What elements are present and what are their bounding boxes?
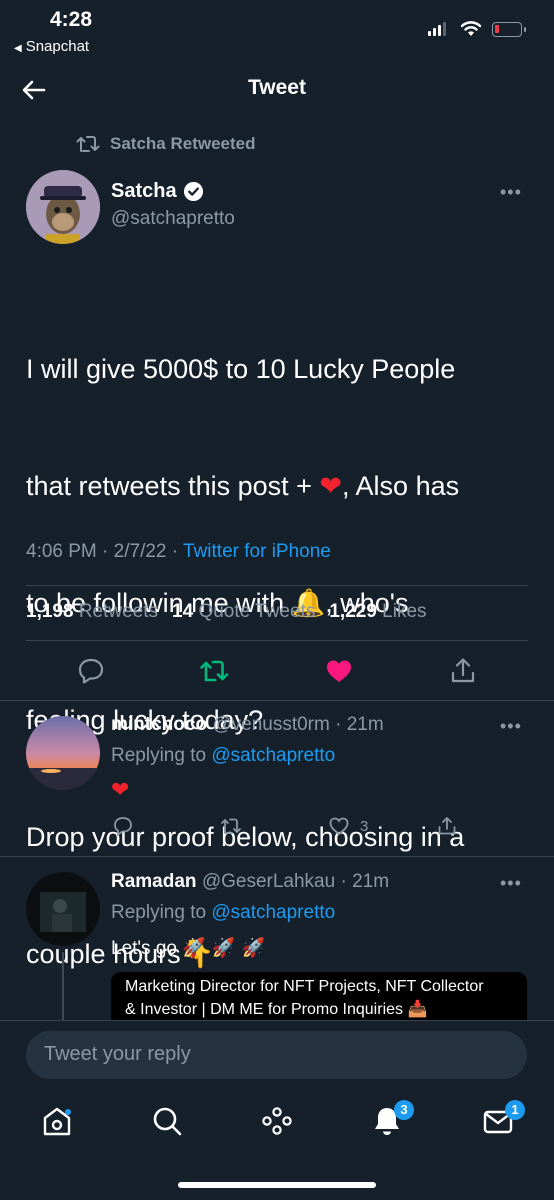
thread-line xyxy=(62,952,64,1022)
reply-text: Let's go 🚀 🚀 🚀 xyxy=(111,937,266,959)
author-name-text: Satcha xyxy=(111,180,177,202)
reply-header[interactable]: mintchoco @venusst0rm · 21m xyxy=(111,714,384,736)
reply-author-name: Ramadan xyxy=(111,871,197,892)
retweeted-by-row[interactable]: Satcha Retweeted xyxy=(76,134,256,154)
messages-badge: 1 xyxy=(505,1100,525,1120)
tweet-source-link[interactable]: Twitter for iPhone xyxy=(183,541,331,562)
reply-composer-bar: Tweet your reply xyxy=(0,1020,554,1090)
like-icon[interactable] xyxy=(324,656,354,686)
more-options-icon[interactable]: ••• xyxy=(500,182,522,203)
back-app-label: Snapchat xyxy=(25,38,90,55)
divider xyxy=(0,856,554,857)
divider xyxy=(0,700,554,701)
tweet-time: 4:06 PM xyxy=(26,541,97,562)
reply-icon[interactable] xyxy=(76,656,106,686)
cellular-signal-icon xyxy=(428,22,446,36)
quote-tweets-stat[interactable]: 14 Quote Tweets xyxy=(172,601,315,623)
tweet-timestamp: 4:06 PM · 2/7/22 · Twitter for iPhone xyxy=(26,541,331,562)
bio-line: Marketing Director for NFT Projects, NFT… xyxy=(125,978,484,995)
replying-to-link[interactable]: @satchapretto xyxy=(211,745,335,766)
replying-to-link[interactable]: @satchapretto xyxy=(211,902,335,923)
retweet-action-icon[interactable] xyxy=(199,656,229,686)
notifications-badge: 3 xyxy=(394,1100,414,1120)
divider xyxy=(26,585,528,586)
home-icon[interactable] xyxy=(40,1104,74,1138)
author-avatar[interactable] xyxy=(26,170,100,244)
heart-emoji-icon: ❤ xyxy=(319,471,343,502)
home-indicator xyxy=(178,1182,376,1188)
profile-bio-card[interactable]: Marketing Director for NFT Projects, NFT… xyxy=(111,972,527,1022)
status-bar: 4:28 ◀ Snapchat xyxy=(0,0,554,60)
back-triangle-icon: ◀ xyxy=(14,43,22,54)
bio-line: & Investor | DM ME for Promo Inquiries 📥 xyxy=(125,999,428,1018)
replying-to: Replying to @satchapretto xyxy=(111,745,336,766)
reply-author-handle: @GeserLahkau xyxy=(201,871,336,892)
reply-icon[interactable] xyxy=(112,815,134,837)
likes-stat[interactable]: 1,229 Likes xyxy=(329,601,426,623)
reply-time: 21m xyxy=(346,714,384,735)
retweeted-label: Satcha Retweeted xyxy=(110,134,256,153)
tweet-text-line: Drop your proof below, choosing in a xyxy=(26,822,465,852)
share-icon[interactable] xyxy=(448,656,478,686)
verified-badge-icon xyxy=(183,181,203,202)
sunset-avatar-image xyxy=(26,716,100,790)
reply-more-icon[interactable]: ••• xyxy=(500,873,522,894)
battery-icon xyxy=(492,22,526,37)
tweet-text-line: I will give 5000$ to 10 Lucky People xyxy=(26,354,456,384)
author-handle[interactable]: @satchapretto xyxy=(111,208,235,230)
retweet-icon[interactable] xyxy=(220,815,242,837)
inbox-tray-emoji-icon: 📥 xyxy=(407,999,428,1018)
wifi-icon xyxy=(460,21,482,36)
page-title: Tweet xyxy=(248,76,306,99)
retweet-icon xyxy=(76,136,100,152)
rocket-emoji-icon: 🚀 🚀 🚀 xyxy=(182,937,266,959)
tweet-text-line: couple hours👇 xyxy=(26,939,215,970)
reply-header[interactable]: Ramadan @GeserLahkau · 21m xyxy=(111,871,389,893)
top-bar: Tweet xyxy=(0,62,554,118)
tweet-stats: 1,198 Retweets 14 Quote Tweets 1,229 Lik… xyxy=(26,601,427,623)
reply-avatar[interactable] xyxy=(26,872,100,946)
reply-more-icon[interactable]: ••• xyxy=(500,716,522,737)
status-time: 4:28 xyxy=(50,8,93,31)
share-icon[interactable] xyxy=(436,815,458,837)
like-icon[interactable] xyxy=(328,815,350,837)
search-icon[interactable] xyxy=(150,1104,184,1138)
reply-author-handle: @venusst0rm xyxy=(212,714,330,735)
tweet-date: 2/7/22 xyxy=(113,541,167,562)
like-count: 3 xyxy=(360,818,369,835)
reply-text: ❤ xyxy=(111,778,130,803)
back-to-app-link[interactable]: ◀ Snapchat xyxy=(14,38,89,55)
divider xyxy=(26,640,528,641)
retweets-stat[interactable]: 1,198 Retweets xyxy=(26,601,158,623)
reply-avatar[interactable] xyxy=(26,716,100,790)
ape-avatar-image xyxy=(26,170,100,244)
tweet-action-bar xyxy=(0,650,554,694)
tweet-text-line: that retweets this post + ❤, Also has xyxy=(26,471,460,502)
reply-input[interactable]: Tweet your reply xyxy=(26,1031,527,1079)
author-name[interactable]: Satcha xyxy=(111,180,204,203)
dark-avatar-image xyxy=(26,872,100,946)
replying-to: Replying to @satchapretto xyxy=(111,902,336,923)
reply-time: 21m xyxy=(352,871,390,892)
reply-author-name: mintchoco xyxy=(111,714,208,735)
spaces-icon[interactable] xyxy=(260,1104,294,1138)
